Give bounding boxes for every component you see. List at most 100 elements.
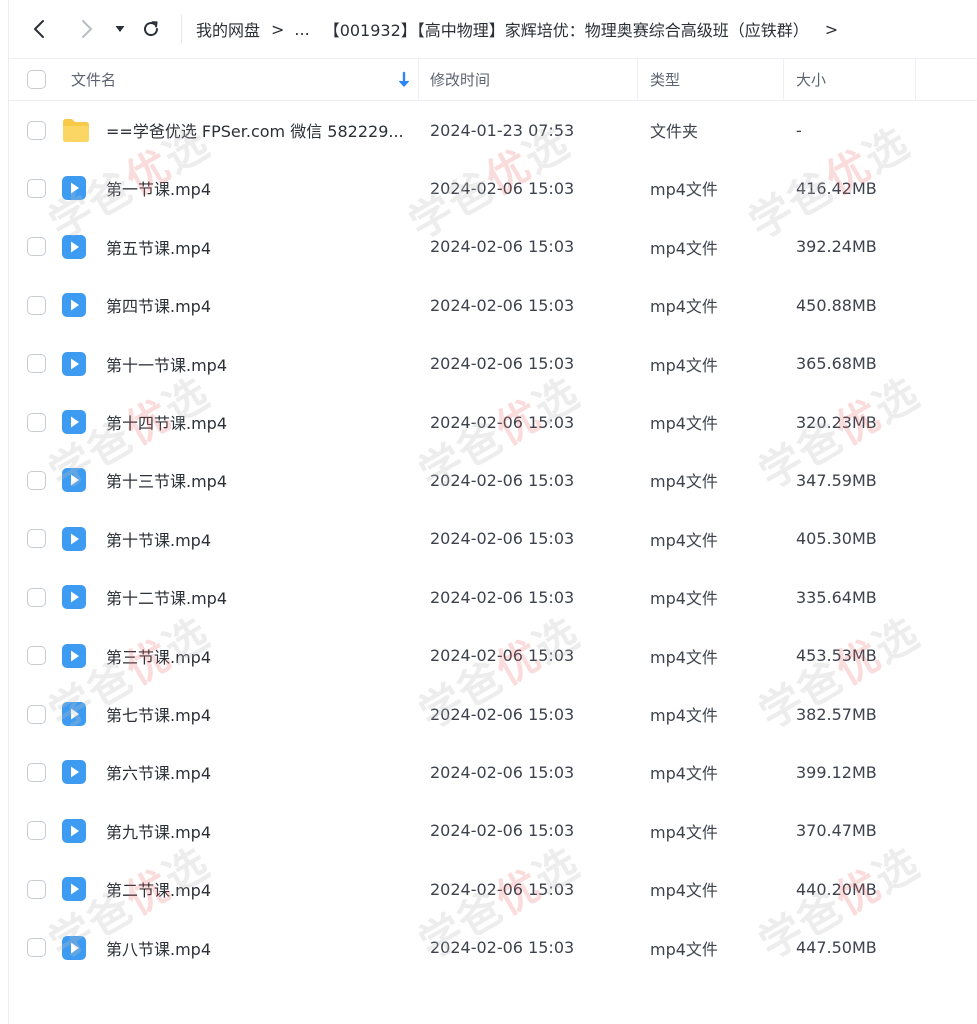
file-modified-time: 2024-02-06 15:03 bbox=[430, 354, 575, 374]
row-select-cell bbox=[27, 568, 46, 626]
file-name[interactable]: 第二节课.mp4 bbox=[106, 860, 211, 918]
file-row[interactable]: 第三节课.mp4 2024-02-06 15:03 mp4文件 453.53MB bbox=[9, 627, 977, 685]
row-checkbox[interactable] bbox=[27, 470, 46, 490]
column-header-modified[interactable]: 修改时间 bbox=[430, 59, 490, 100]
breadcrumb-ellipsis[interactable]: ... bbox=[294, 20, 309, 39]
video-icon bbox=[61, 919, 87, 977]
row-select-cell bbox=[27, 393, 46, 451]
video-icon bbox=[61, 568, 87, 626]
row-checkbox[interactable] bbox=[27, 938, 46, 958]
file-modified-time: 2024-02-06 15:03 bbox=[430, 821, 575, 841]
file-size: 453.53MB bbox=[796, 646, 877, 666]
file-modified-time: 2024-02-06 15:03 bbox=[430, 237, 575, 257]
row-checkbox[interactable] bbox=[27, 646, 46, 666]
file-modified-time: 2024-01-23 07:53 bbox=[430, 120, 575, 140]
breadcrumb: 我的网盘 > ... 【001932】【高中物理】家辉培优：物理奥赛综合高级班（… bbox=[196, 14, 848, 44]
file-type: mp4文件 bbox=[650, 764, 718, 784]
row-checkbox[interactable] bbox=[27, 178, 46, 198]
breadcrumb-expand-arrow[interactable]: > bbox=[825, 20, 838, 39]
row-checkbox[interactable] bbox=[27, 354, 46, 374]
file-name[interactable]: 第十三节课.mp4 bbox=[106, 451, 227, 509]
file-size: 382.57MB bbox=[796, 704, 877, 724]
file-name[interactable]: 第六节课.mp4 bbox=[106, 743, 211, 801]
row-checkbox[interactable] bbox=[27, 762, 46, 782]
file-row[interactable]: 第九节课.mp4 2024-02-06 15:03 mp4文件 370.47MB bbox=[9, 802, 977, 860]
column-header-type[interactable]: 类型 bbox=[650, 59, 680, 100]
column-header-name[interactable]: 文件名 bbox=[71, 59, 116, 100]
column-divider[interactable] bbox=[637, 59, 638, 100]
file-name[interactable]: 第一节课.mp4 bbox=[106, 159, 211, 217]
file-row[interactable]: 第十三节课.mp4 2024-02-06 15:03 mp4文件 347.59MB bbox=[9, 451, 977, 509]
select-all-checkbox[interactable] bbox=[27, 70, 46, 89]
column-divider[interactable] bbox=[783, 59, 784, 100]
file-name[interactable]: 第五节课.mp4 bbox=[106, 218, 211, 276]
video-icon bbox=[61, 218, 87, 276]
file-type: mp4文件 bbox=[650, 647, 718, 667]
file-name[interactable]: 第十二节课.mp4 bbox=[106, 568, 227, 626]
file-size: 399.12MB bbox=[796, 762, 877, 782]
row-checkbox[interactable] bbox=[27, 295, 46, 315]
file-modified-time: 2024-02-06 15:03 bbox=[430, 879, 575, 899]
row-checkbox[interactable] bbox=[27, 704, 46, 724]
row-checkbox[interactable] bbox=[27, 587, 46, 607]
row-select-cell bbox=[27, 919, 46, 977]
row-select-cell bbox=[27, 451, 46, 509]
file-size: 335.64MB bbox=[796, 587, 877, 607]
video-icon bbox=[61, 802, 87, 860]
video-icon bbox=[61, 510, 87, 568]
file-row[interactable]: 第七节课.mp4 2024-02-06 15:03 mp4文件 382.57MB bbox=[9, 685, 977, 743]
file-name[interactable]: 第十四节课.mp4 bbox=[106, 393, 227, 451]
row-checkbox[interactable] bbox=[27, 529, 46, 549]
file-name[interactable]: 第七节课.mp4 bbox=[106, 685, 211, 743]
file-size: 405.30MB bbox=[796, 529, 877, 549]
file-type: mp4文件 bbox=[650, 297, 718, 317]
file-modified-time: 2024-02-06 15:03 bbox=[430, 762, 575, 782]
file-name[interactable]: 第十一节课.mp4 bbox=[106, 335, 227, 393]
file-row[interactable]: 第十一节课.mp4 2024-02-06 15:03 mp4文件 365.68MB bbox=[9, 335, 977, 393]
video-icon bbox=[61, 685, 87, 743]
file-name[interactable]: 第十节课.mp4 bbox=[106, 510, 211, 568]
file-table-header: 文件名 修改时间 类型 大小 bbox=[9, 58, 977, 101]
file-row[interactable]: 第六节课.mp4 2024-02-06 15:03 mp4文件 399.12MB bbox=[9, 743, 977, 801]
back-button[interactable] bbox=[26, 15, 52, 43]
breadcrumb-current[interactable]: 【001932】【高中物理】家辉培优：物理奥赛综合高级班（应铁群） bbox=[324, 17, 809, 41]
sort-descending-icon[interactable] bbox=[397, 71, 411, 89]
row-checkbox[interactable] bbox=[27, 120, 46, 140]
file-name[interactable]: ==学爸优选 FPSer.com 微信 582229... bbox=[106, 101, 404, 159]
file-name[interactable]: 第四节课.mp4 bbox=[106, 276, 211, 334]
file-type: mp4文件 bbox=[650, 530, 718, 550]
column-divider[interactable] bbox=[418, 59, 419, 100]
file-name[interactable]: 第九节课.mp4 bbox=[106, 802, 211, 860]
file-row[interactable]: 第十二节课.mp4 2024-02-06 15:03 mp4文件 335.64MB bbox=[9, 568, 977, 626]
file-name[interactable]: 第八节课.mp4 bbox=[106, 919, 211, 977]
file-size: 370.47MB bbox=[796, 821, 877, 841]
video-icon bbox=[61, 451, 87, 509]
file-modified-time: 2024-02-06 15:03 bbox=[430, 295, 575, 315]
column-header-size[interactable]: 大小 bbox=[796, 59, 826, 100]
row-select-cell bbox=[27, 685, 46, 743]
file-row[interactable]: ==学爸优选 FPSer.com 微信 582229... 2024-01-23 … bbox=[9, 101, 977, 159]
file-row[interactable]: 第二节课.mp4 2024-02-06 15:03 mp4文件 440.20MB bbox=[9, 860, 977, 918]
file-row[interactable]: 第十四节课.mp4 2024-02-06 15:03 mp4文件 320.23MB bbox=[9, 393, 977, 451]
row-select-cell bbox=[27, 860, 46, 918]
forward-button[interactable] bbox=[74, 15, 100, 43]
refresh-button[interactable] bbox=[138, 15, 164, 43]
row-checkbox[interactable] bbox=[27, 237, 46, 257]
file-size: 447.50MB bbox=[796, 938, 877, 958]
column-divider[interactable] bbox=[915, 59, 916, 100]
file-row[interactable]: 第五节课.mp4 2024-02-06 15:03 mp4文件 392.24MB bbox=[9, 218, 977, 276]
video-icon bbox=[61, 743, 87, 801]
row-checkbox[interactable] bbox=[27, 821, 46, 841]
breadcrumb-separator: > bbox=[271, 19, 285, 39]
caret-down-icon bbox=[115, 26, 125, 32]
row-checkbox[interactable] bbox=[27, 412, 46, 432]
file-row[interactable]: 第四节课.mp4 2024-02-06 15:03 mp4文件 450.88MB bbox=[9, 276, 977, 334]
row-checkbox[interactable] bbox=[27, 879, 46, 899]
file-name[interactable]: 第三节课.mp4 bbox=[106, 627, 211, 685]
chevron-right-icon bbox=[82, 20, 92, 38]
file-row[interactable]: 第八节课.mp4 2024-02-06 15:03 mp4文件 447.50MB bbox=[9, 919, 977, 977]
breadcrumb-root[interactable]: 我的网盘 bbox=[196, 17, 260, 41]
file-row[interactable]: 第一节课.mp4 2024-02-06 15:03 mp4文件 416.42MB bbox=[9, 159, 977, 217]
file-row[interactable]: 第十节课.mp4 2024-02-06 15:03 mp4文件 405.30MB bbox=[9, 510, 977, 568]
history-dropdown-button[interactable] bbox=[108, 15, 132, 43]
